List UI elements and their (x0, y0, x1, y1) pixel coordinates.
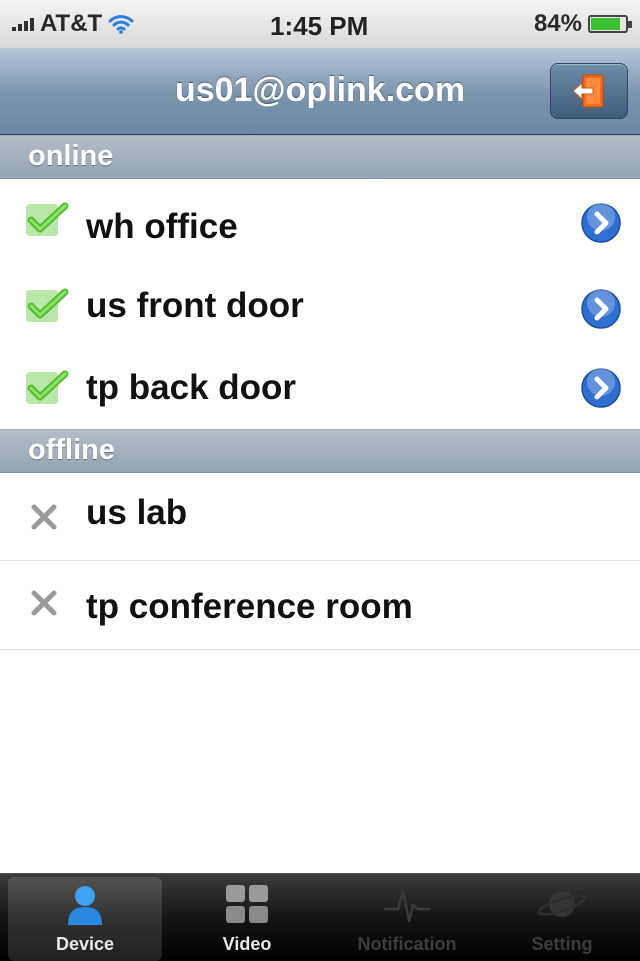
check-icon (26, 202, 69, 236)
tab-label: Setting (531, 934, 593, 954)
tab-video[interactable]: Video (170, 877, 324, 961)
device-row-wh-office[interactable]: wh office (0, 180, 640, 262)
device-name: us front door (86, 286, 304, 325)
logout-icon (572, 74, 604, 108)
device-row-us-lab[interactable]: us lab (0, 473, 640, 561)
device-name: wh office (86, 207, 238, 246)
disclosure-icon[interactable] (580, 288, 622, 330)
section-header-label: online (28, 140, 114, 172)
tab-label: Notification (357, 934, 457, 954)
status-left: AT&T (12, 10, 134, 37)
device-name: tp back door (86, 368, 297, 407)
battery-fill (591, 18, 620, 30)
logout-button[interactable] (550, 63, 628, 119)
tab-setting[interactable]: Setting (485, 877, 639, 961)
check-icon (26, 288, 69, 322)
tab-bar: Device Video Notification Setting (0, 873, 640, 961)
wifi-icon (108, 15, 134, 34)
status-bar: AT&T 1:45 PM 84% (0, 0, 640, 49)
planet-icon (537, 891, 587, 917)
x-icon (31, 590, 57, 616)
disclosure-icon[interactable] (580, 202, 622, 244)
battery-percent: 84% (533, 10, 582, 37)
section-header-online: online (0, 135, 640, 179)
signal-icon (12, 17, 34, 31)
section-header-label: offline (28, 434, 115, 466)
device-row-us-front-door[interactable]: us front door (0, 262, 640, 344)
device-row-tp-conference-room[interactable]: tp conference room (0, 561, 640, 650)
device-row-tp-back-door[interactable]: tp back door (0, 344, 640, 428)
device-name: tp conference room (86, 587, 413, 626)
tab-label: Video (222, 934, 272, 954)
section-header-offline: offline (0, 429, 640, 473)
tab-notification[interactable]: Notification (330, 877, 484, 961)
status-time: 1:45 PM (270, 11, 369, 41)
x-icon (31, 504, 57, 530)
tab-label: Device (55, 934, 115, 954)
disclosure-icon[interactable] (580, 367, 622, 409)
account-title: us01@oplink.com (174, 71, 466, 109)
carrier-name: AT&T (40, 10, 103, 37)
grid-icon (226, 885, 268, 923)
tab-device[interactable]: Device (8, 877, 162, 961)
nav-bar: us01@oplink.com (0, 48, 640, 135)
check-icon (26, 370, 69, 404)
person-icon (68, 886, 102, 925)
battery-indicator: 84% (533, 10, 632, 37)
device-name: us lab (86, 493, 188, 532)
battery-icon (588, 15, 632, 33)
pulse-icon (384, 889, 430, 923)
